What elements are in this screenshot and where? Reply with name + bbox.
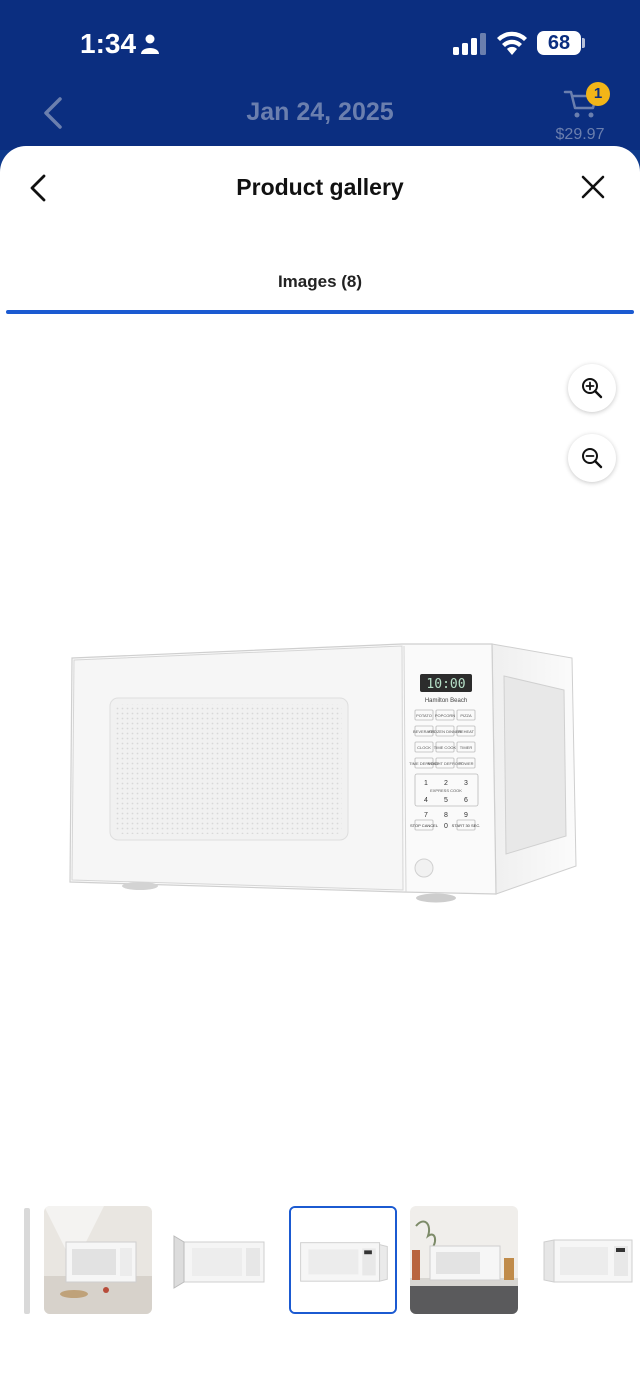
key-digit-1: 1	[424, 780, 428, 787]
product-main-image[interactable]: 10:00 Hamilton Beach POTATO POPCORN PIZZ…	[60, 636, 580, 906]
key-digit-3: 3	[464, 780, 468, 787]
sheet-title: Product gallery	[236, 174, 404, 200]
cart-count-badge: 1	[586, 82, 610, 106]
key-power: POWER	[458, 761, 473, 766]
tab-active-indicator	[6, 310, 634, 314]
zoom-in-icon	[582, 378, 603, 399]
key-digit-4: 4	[424, 797, 428, 804]
key-clock: CLOCK	[417, 745, 431, 750]
close-icon[interactable]	[578, 172, 608, 202]
key-digit-9: 9	[464, 812, 468, 819]
thumbnail-2[interactable]	[166, 1206, 274, 1314]
battery-indicator: 68	[537, 31, 581, 55]
key-reheat: REHEAT	[458, 729, 474, 734]
key-timer: TIMER	[460, 745, 473, 750]
zoom-in-button[interactable]	[568, 364, 616, 412]
product-gallery-sheet: Product gallery Images (8) 10:00 Hamilto…	[0, 146, 640, 1388]
key-digit-0: 0	[444, 823, 448, 830]
thumbnail-partial[interactable]	[24, 1208, 30, 1314]
tab-images[interactable]: Images (8)	[0, 272, 640, 292]
thumbnail-1[interactable]	[44, 1206, 152, 1314]
key-time-cook: TIME COOK	[434, 745, 457, 750]
thumbnail-4[interactable]	[410, 1206, 518, 1314]
key-express-label: EXPRESS COOK	[430, 788, 462, 793]
cart-total: $29.97	[555, 126, 605, 143]
key-digit-7: 7	[424, 812, 428, 819]
key-digit-6: 6	[464, 797, 468, 804]
product-display-text: 10:00	[426, 677, 465, 692]
key-digit-5: 5	[444, 797, 448, 804]
product-brand-text: Hamilton Beach	[425, 698, 467, 704]
wifi-icon	[497, 31, 527, 55]
key-digit-8: 8	[444, 812, 448, 819]
key-pizza: PIZZA	[460, 713, 472, 718]
thumbnail-strip	[0, 1204, 640, 1316]
key-frozen-dinner: FROZEN DINNER	[429, 729, 462, 734]
person-icon	[141, 34, 159, 54]
battery-tip	[582, 38, 585, 48]
key-digit-2: 2	[444, 780, 448, 787]
header-date: Jan 24, 2025	[246, 98, 394, 126]
thumbnail-3-selected[interactable]	[289, 1206, 397, 1314]
key-start: START 30 SEC.	[452, 823, 481, 828]
zoom-out-button[interactable]	[568, 434, 616, 482]
status-time: 1:34	[80, 28, 137, 59]
key-stop-cancel: STOP CANCEL	[410, 823, 439, 828]
zoom-out-icon	[582, 448, 603, 469]
key-popcorn: POPCORN	[435, 713, 455, 718]
key-potato: POTATO	[416, 713, 432, 718]
cellular-signal-icon	[453, 33, 486, 55]
thumbnail-5[interactable]	[532, 1206, 640, 1314]
status-bar	[0, 0, 640, 150]
